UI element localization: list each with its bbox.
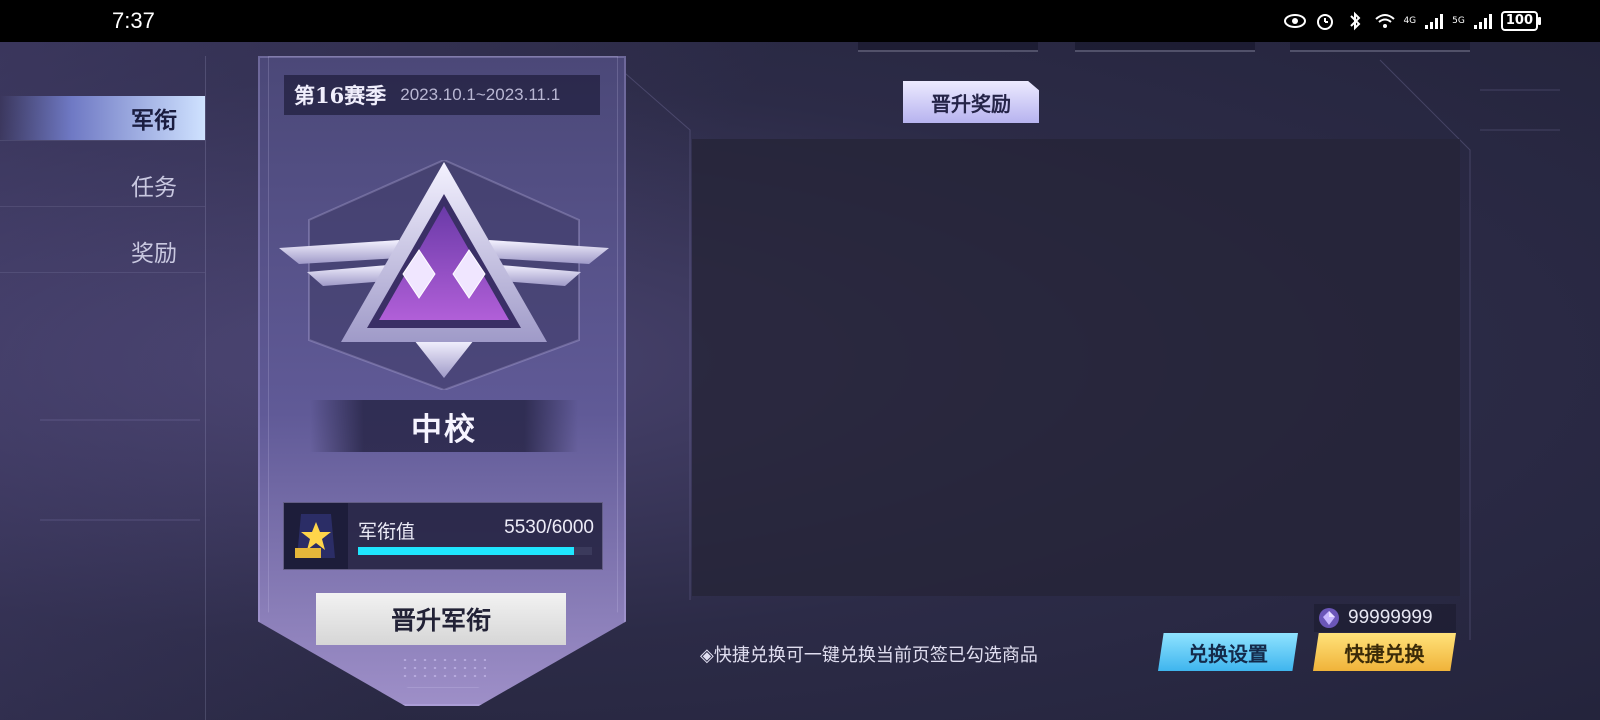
gem-icon: [1319, 608, 1339, 628]
sidebar-item-label: 奖励: [131, 241, 177, 267]
signal-icon: [1473, 14, 1492, 29]
status-bar: 7:37 4G 5G 100: [0, 0, 1600, 42]
promote-rank-button[interactable]: 晋升军衔: [316, 593, 566, 645]
net-5g-label: 5G: [1452, 16, 1465, 26]
season-dates: 2023.10.1~2023.11.1: [400, 85, 561, 104]
sidebar-item-label: 军衔: [131, 108, 177, 134]
currency-value: 99999999: [1348, 607, 1433, 628]
rank-name: 中校: [411, 411, 477, 448]
sidebar-border: [205, 56, 206, 720]
wifi-icon: [1375, 14, 1396, 28]
rank-progress: 军衔值 5530/6000: [283, 502, 603, 570]
tab-label: 晋升奖励: [931, 91, 1011, 116]
sidebar-item-rewards[interactable]: 奖励: [0, 229, 205, 273]
sidebar-item-label: 任务: [131, 175, 177, 201]
rewards-content-area: [692, 139, 1460, 596]
rank-progress-track: [358, 547, 592, 555]
eye-icon: [1284, 14, 1307, 28]
sidebar-item-rank[interactable]: 军衔: [0, 96, 205, 140]
quick-exchange-button[interactable]: 快捷兑换: [1313, 633, 1456, 671]
rank-value-label: 军衔值: [358, 521, 416, 543]
season-header: 第16赛季 2023.10.1~2023.11.1: [284, 75, 600, 115]
season-title: 第16赛季: [294, 83, 387, 108]
tab-promotion-rewards[interactable]: 晋升奖励: [903, 81, 1039, 123]
rank-name-band: 中校: [310, 400, 578, 452]
rank-badge-icon: [284, 503, 348, 569]
sidebar-divider: [0, 272, 205, 273]
sidebar-item-tasks[interactable]: 任务: [0, 163, 205, 207]
quick-exchange-hint: ◈快捷兑换可一键兑换当前页签已勾选商品: [700, 645, 1038, 666]
bluetooth-icon: [1350, 11, 1361, 31]
alarm-icon: [1317, 14, 1334, 30]
sidebar-divider: [0, 140, 205, 141]
panel-dot-decoration: [400, 656, 486, 678]
signal-icon: [1425, 14, 1444, 29]
rank-progress-fill: [358, 547, 574, 555]
rank-emblem-icon: [279, 160, 609, 390]
status-icons: 4G 5G 100: [1283, 11, 1542, 31]
currency-display: 99999999: [1314, 604, 1456, 632]
net-4g-label: 4G: [1403, 16, 1417, 26]
rank-value-text: 5530/6000: [504, 517, 594, 538]
status-time: 7:37: [112, 8, 155, 33]
battery-icon: 100: [1500, 11, 1542, 31]
sidebar-divider: [0, 206, 205, 207]
exchange-settings-button[interactable]: 兑换设置: [1158, 633, 1298, 671]
